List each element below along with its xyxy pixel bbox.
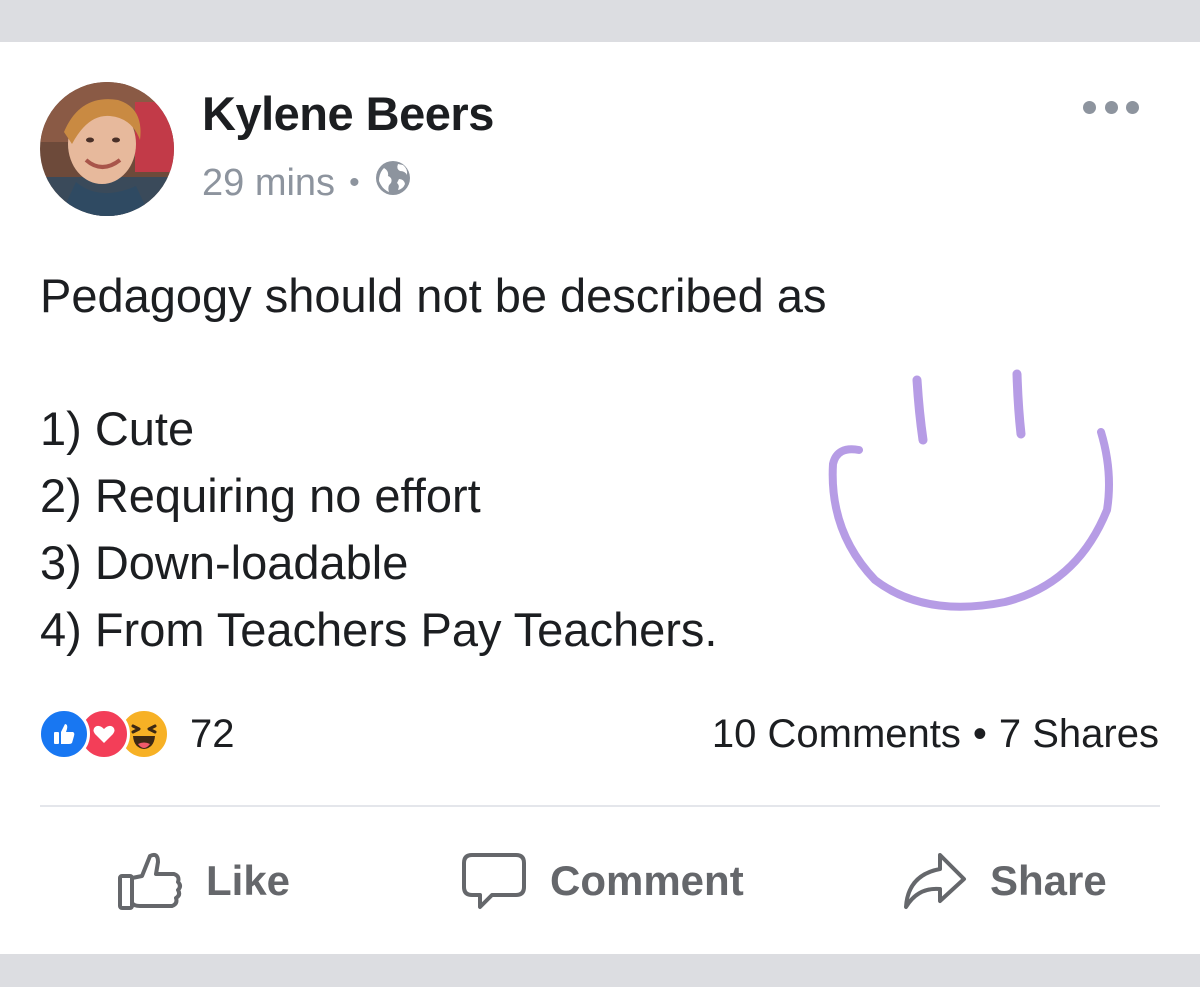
post-stats: 10 Comments • 7 Shares (712, 705, 1159, 763)
share-button[interactable]: Share (900, 845, 1107, 917)
like-reaction-icon (38, 708, 90, 760)
reaction-count: 72 (190, 711, 235, 756)
post-list-item: 1) Cute (40, 402, 195, 455)
action-divider (40, 805, 1160, 807)
post-text-line: Pedagogy should not be described as (40, 269, 827, 322)
share-arrow-icon (900, 849, 968, 913)
stats-separator: • (972, 711, 987, 756)
post-list-item: 3) Down-loadable (40, 536, 409, 589)
post-text: Pedagogy should not be described as 1) C… (40, 262, 827, 663)
comments-count-link[interactable]: 10 Comments (712, 712, 961, 757)
comment-button-label: Comment (550, 857, 744, 904)
post-time[interactable]: 29 mins (202, 162, 335, 205)
post-list-item: 4) From Teachers Pay Teachers. (40, 603, 718, 656)
post-list-item: 2) Requiring no effort (40, 469, 481, 522)
shares-count-link[interactable]: 7 Shares (999, 712, 1159, 757)
thumbs-up-icon (116, 848, 184, 914)
author-avatar[interactable] (40, 82, 174, 216)
like-button[interactable]: Like (116, 845, 290, 917)
comment-button[interactable]: Comment (460, 845, 744, 917)
feed-separator (0, 954, 1200, 987)
speech-bubble-icon (460, 849, 528, 913)
like-button-label: Like (206, 857, 291, 904)
author-name[interactable]: Kylene Beers (202, 86, 494, 141)
post-meta: 29 mins • (202, 158, 412, 208)
reactions-summary[interactable]: 72 (38, 705, 235, 763)
smiley-doodle (828, 369, 1113, 611)
post-text-blank-line (40, 329, 820, 395)
share-button-label: Share (990, 857, 1107, 904)
more-options-icon[interactable] (1083, 92, 1139, 122)
meta-separator: • (349, 166, 360, 199)
globe-icon[interactable] (374, 159, 412, 207)
